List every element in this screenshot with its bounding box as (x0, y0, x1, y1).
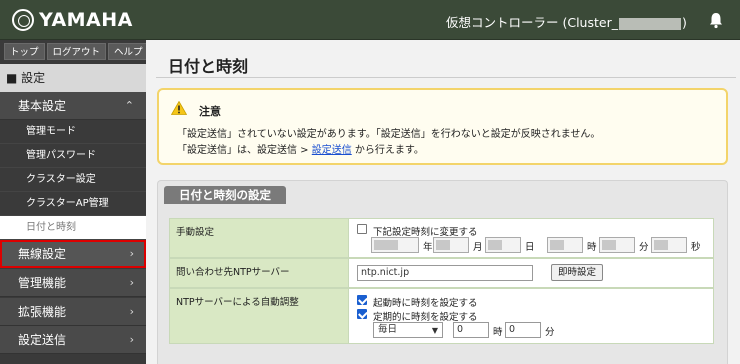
second-input[interactable] (651, 237, 687, 253)
ntp-server-input[interactable]: ntp.nict.jp (357, 265, 533, 281)
day-input[interactable] (485, 237, 521, 253)
chevron-right-icon: › (129, 305, 134, 318)
frequency-select[interactable]: 毎日 ▼ (373, 322, 443, 338)
hour-input[interactable] (547, 237, 583, 253)
sidebar-item-admin-mode[interactable]: 管理モード (0, 120, 146, 144)
manual-setting-row: 手動設定 下記設定時刻に変更する 年 月 日 時 分 秒 (169, 218, 714, 258)
startup-sync-checkbox[interactable] (357, 295, 367, 305)
notice-text: 「設定送信」されていない設定があります。「設定送信」を行わないと設定が反映されま… (177, 129, 601, 140)
manual-setting-label: 手動設定 (170, 219, 348, 257)
yamaha-logo: YAMAHA (12, 8, 133, 32)
periodic-sync-checkbox[interactable] (357, 309, 367, 319)
sidebar-item-date-time[interactable]: 日付と時刻 (0, 216, 146, 240)
title-divider (156, 77, 736, 78)
main-content: 日付と時刻 注意 「設定送信」されていない設定があります。「設定送信」を行わない… (146, 40, 740, 364)
notice-box: 注意 「設定送信」されていない設定があります。「設定送信」を行わないと設定が反映… (157, 88, 728, 165)
periodic-sync-label: 定期的に時刻を設定する (373, 312, 478, 323)
notice-title: 注意 (199, 105, 221, 118)
ntp-server-label: 問い合わせ先NTPサーバー (170, 259, 348, 287)
chevron-right-icon: › (129, 276, 134, 289)
auto-adjust-row: NTPサーバーによる自動調整 起動時に時刻を設定する 定期的に時刻を設定する 毎… (169, 288, 714, 344)
top-links: トップ ログアウト ヘルプ (4, 43, 149, 60)
warning-icon (171, 101, 187, 115)
sidebar-item-management[interactable]: 管理機能 › (0, 269, 146, 297)
sidebar-item-wireless[interactable]: 無線設定 › (0, 240, 146, 268)
help-link[interactable]: ヘルプ (108, 43, 149, 60)
sidebar-item-extensions[interactable]: 拡張機能 › (0, 298, 146, 326)
controller-name: 仮想コントローラー (Cluster_) (446, 15, 687, 30)
logout-link[interactable]: ログアウト (46, 43, 107, 60)
sidebar: トップ ログアウト ヘルプ ■ 設定 基本設定 ⌃ 管理モード 管理パスワード … (0, 40, 149, 364)
sidebar-item-admin-password[interactable]: 管理パスワード (0, 144, 146, 168)
top-header: YAMAHA 仮想コントローラー (Cluster_) (0, 0, 740, 40)
sidebar-item-cluster-settings[interactable]: クラスター設定 (0, 168, 146, 192)
redacted-cluster-id (618, 17, 681, 30)
startup-sync-label: 起動時に時刻を設定する (373, 298, 478, 309)
section-title: 日付と時刻の設定 (164, 186, 286, 204)
page-title: 日付と時刻 (168, 57, 249, 76)
auto-adjust-label: NTPサーバーによる自動調整 (170, 289, 348, 343)
chevron-up-icon: ⌃ (124, 99, 134, 112)
periodic-minute-input[interactable]: 0 (505, 322, 541, 338)
year-input[interactable] (371, 237, 419, 253)
bell-icon[interactable] (707, 11, 725, 29)
sidebar-item-basic-settings[interactable]: 基本設定 ⌃ (0, 92, 146, 120)
ntp-server-row: 問い合わせ先NTPサーバー ntp.nict.jp 即時設定 (169, 258, 714, 288)
sidebar-settings-header: ■ 設定 (0, 64, 146, 92)
sidebar-item-cluster-ap[interactable]: クラスターAP管理 (0, 192, 146, 216)
chevron-right-icon: › (129, 247, 134, 260)
periodic-hour-input[interactable]: 0 (453, 322, 489, 338)
yamaha-tuning-fork-icon (12, 9, 34, 31)
logo-text: YAMAHA (39, 9, 133, 31)
manual-change-checkbox[interactable] (357, 224, 367, 234)
send-settings-link[interactable]: 設定送信 (312, 145, 352, 156)
chevron-down-icon: ▼ (431, 326, 438, 335)
notice-text: 「設定送信」は、設定送信 > 設定送信 から行えます。 (177, 145, 424, 156)
month-input[interactable] (433, 237, 469, 253)
chevron-right-icon: › (129, 333, 134, 346)
top-link[interactable]: トップ (4, 43, 45, 60)
sidebar-item-send-settings[interactable]: 設定送信 › (0, 326, 146, 354)
sync-now-button[interactable]: 即時設定 (551, 264, 603, 281)
minute-input[interactable] (599, 237, 635, 253)
manual-change-label: 下記設定時刻に変更する (373, 227, 478, 238)
